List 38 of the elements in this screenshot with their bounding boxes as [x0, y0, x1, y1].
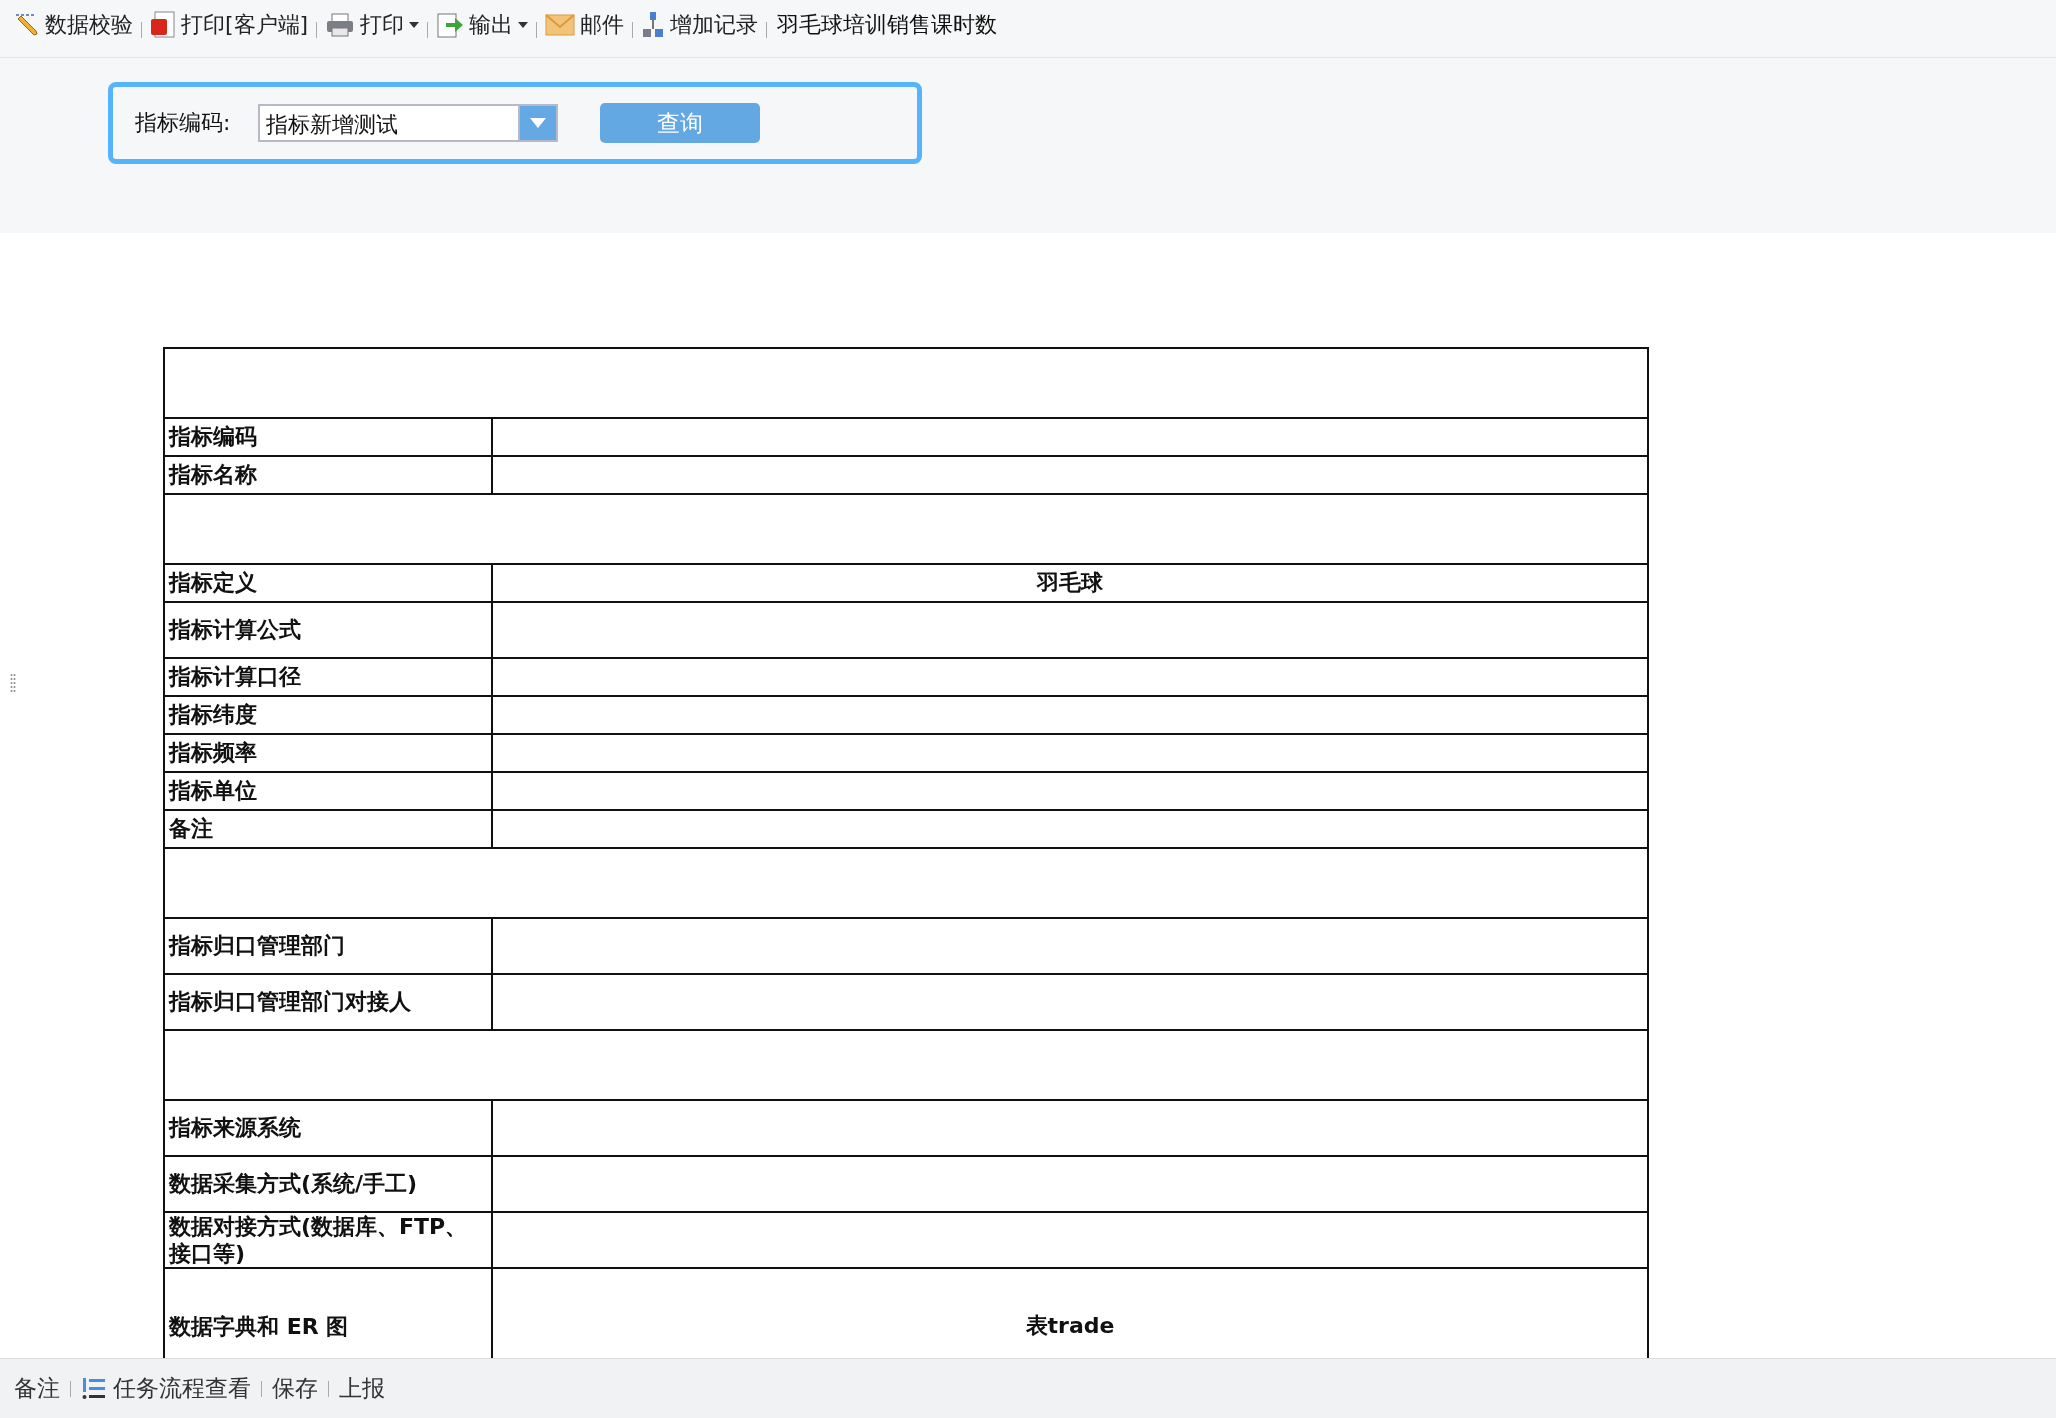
- row-label: 数据采集方式(系统/手工): [165, 1157, 493, 1211]
- envelope-icon: [545, 14, 576, 36]
- row-label: 指标名称: [165, 457, 493, 493]
- pencil-icon: [14, 12, 40, 38]
- hierarchy-icon: [641, 11, 666, 39]
- list-icon: [81, 1376, 107, 1401]
- footer-button[interactable]: 任务流程查看: [71, 1373, 261, 1404]
- toolbar-button[interactable]: 打印[客户端]: [142, 8, 317, 42]
- row-label: 指标归口管理部门对接人: [165, 975, 493, 1029]
- row-label: 指标计算公式: [165, 603, 493, 657]
- document-icon: [150, 11, 176, 39]
- row-label: 指标定义: [165, 565, 493, 601]
- field-label: 指标编码:: [135, 109, 231, 137]
- row-label: 指标来源系统: [165, 1101, 493, 1155]
- row-label: 指标归口管理部门: [165, 919, 493, 973]
- footer-button[interactable]: 保存: [262, 1373, 328, 1404]
- toolbar-button[interactable]: 输出: [428, 8, 537, 42]
- row-label: 数据对接方式(数据库、FTP、接口等): [165, 1213, 493, 1267]
- row-label: 备注: [165, 811, 493, 847]
- footer-button[interactable]: 上报: [329, 1373, 395, 1404]
- report-title: 羽毛球培训销售课时数: [776, 11, 999, 39]
- toolbar-button[interactable]: 数据校验: [6, 8, 141, 42]
- cell-value: 羽毛球: [1037, 569, 1103, 597]
- toolbar-button[interactable]: 邮件: [537, 8, 633, 42]
- row-label: 指标纬度: [165, 697, 493, 733]
- code-dropdown[interactable]: 指标新增测试: [258, 104, 559, 142]
- footer-button[interactable]: 备注: [4, 1373, 70, 1404]
- row-label: 指标频率: [165, 735, 493, 771]
- cell-value: 表trade: [1025, 1312, 1115, 1340]
- dropdown-arrow-icon: [530, 118, 547, 128]
- toolbar-button[interactable]: 增加记录: [633, 8, 767, 42]
- drag-handle-icon[interactable]: [10, 673, 16, 693]
- row-label: 指标单位: [165, 773, 493, 809]
- export-icon: [436, 11, 465, 39]
- toolbar-button[interactable]: 打印: [317, 8, 428, 42]
- row-label: 指标计算口径: [165, 659, 493, 695]
- row-label: 指标编码: [165, 419, 493, 455]
- printer-icon: [325, 12, 356, 38]
